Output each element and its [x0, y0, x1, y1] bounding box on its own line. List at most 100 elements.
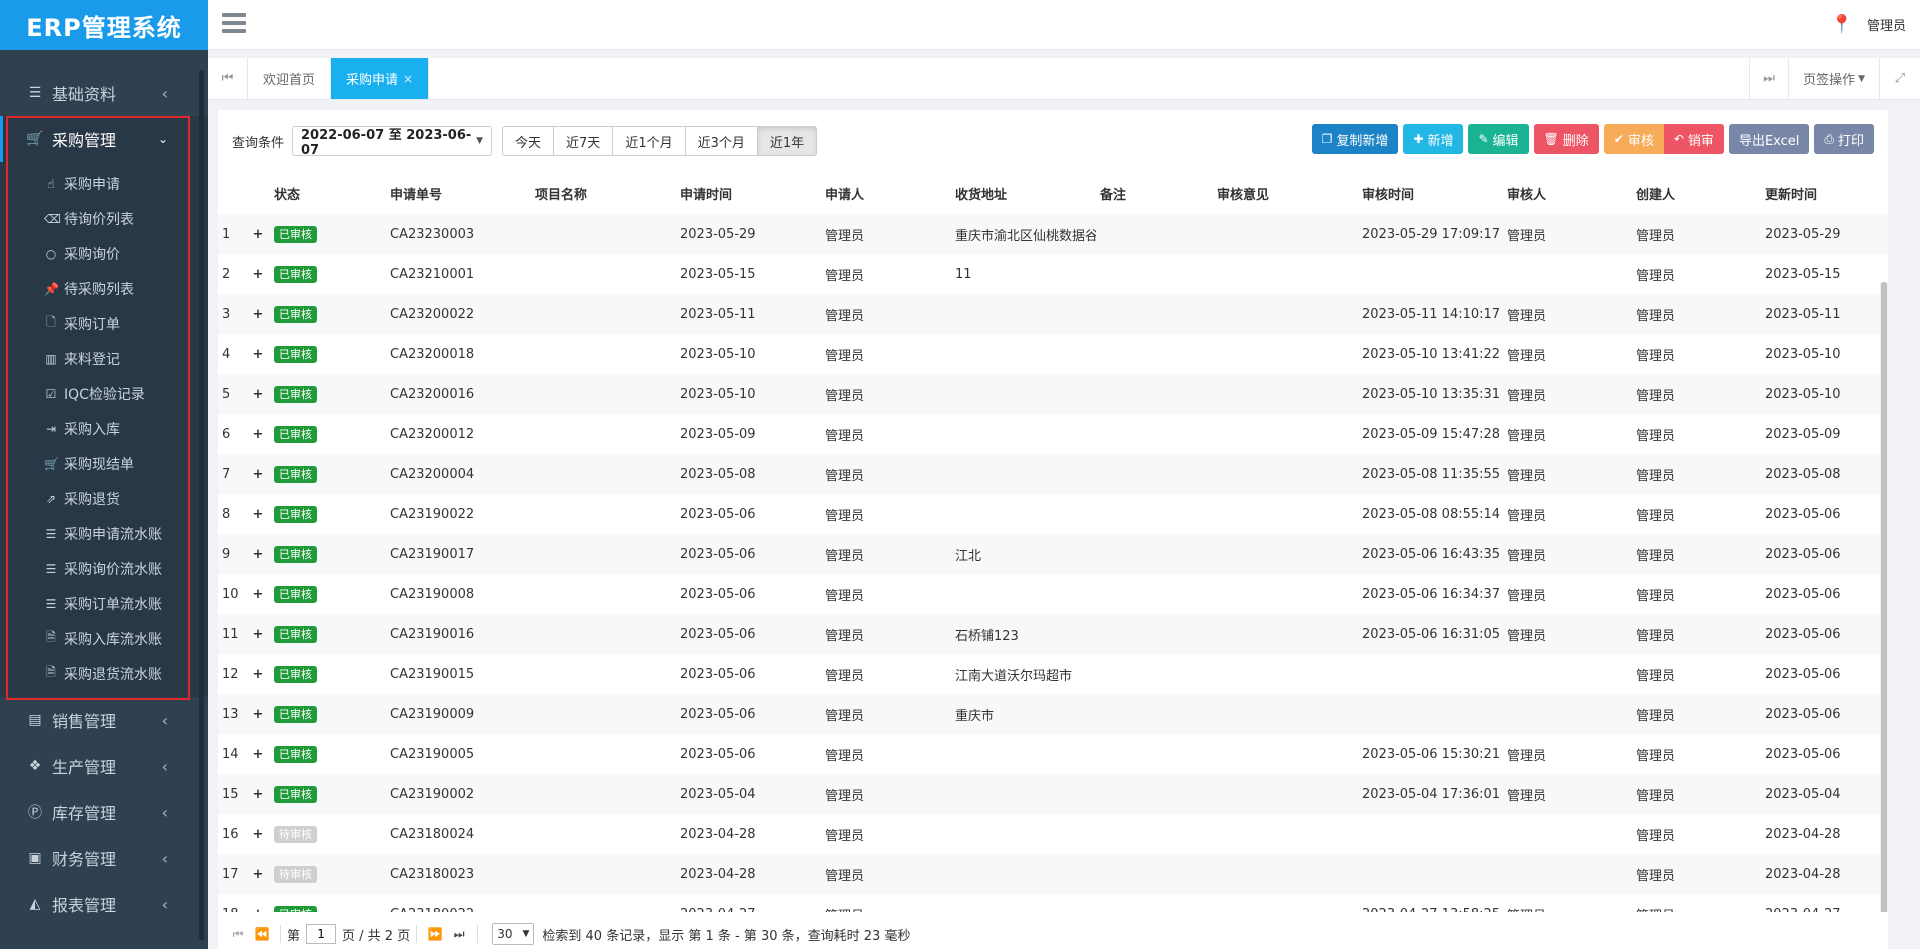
sidebar-item-reports[interactable]: ◭ 报表管理 ‹ [0, 881, 208, 927]
table-row[interactable]: 16 + 待审核 CA23180024 2023-04-28 管理员 管理员 2023-04-… [218, 814, 1888, 854]
sidebar-subitem[interactable]: 🗎 采购退货流水账 [0, 656, 208, 691]
delete-button[interactable]: 🗑 删除 [1533, 124, 1599, 154]
table-row[interactable]: 18+已审核CA231800222023-04-27管理员2023-04-27 … [218, 894, 1888, 912]
expand-row-icon[interactable]: + [246, 654, 270, 694]
tab-purchase-request[interactable]: 采购申请 × [331, 58, 430, 99]
table-row[interactable]: 11 + 已审核 CA23190016 2023-05-06 管理员 石桥铺123 2023-… [218, 614, 1888, 654]
edit-button[interactable]: ✎ 编辑 [1468, 124, 1529, 154]
sidebar-subitem[interactable]: ○ 采购询价 [0, 236, 208, 271]
sidebar-subitem[interactable]: 📌 待采购列表 [0, 271, 208, 306]
tab-welcome[interactable]: 欢迎首页 [248, 58, 332, 99]
expand-row-icon[interactable]: + [246, 494, 270, 534]
quick-range-1m[interactable]: 近1个月 [612, 126, 686, 156]
tabs-scroll-right-icon[interactable]: ⏭ [1749, 58, 1790, 99]
expand-row-icon[interactable]: + [246, 214, 270, 254]
sidebar-subitem[interactable]: ☰ 采购询价流水账 [0, 551, 208, 586]
sidebar-subitem[interactable]: 🗎 采购入库流水账 [0, 621, 208, 656]
expand-row-icon[interactable]: + [246, 614, 270, 654]
column-header[interactable]: 收货地址 [951, 172, 1096, 214]
page-size-select[interactable]: 30 ▼ [492, 923, 535, 945]
print-button[interactable]: ⎙ 打印 [1814, 124, 1874, 154]
column-header[interactable]: 申请人 [821, 172, 951, 214]
expand-row-icon[interactable]: + [246, 694, 270, 734]
table-row[interactable]: 3 + 已审核 CA23200022 2023-05-11 管理员 2023-05-11 1… [218, 294, 1888, 334]
column-header[interactable]: 创建人 [1632, 172, 1761, 214]
sidebar-scrollbar[interactable] [199, 70, 204, 940]
column-header[interactable]: 审核意见 [1213, 172, 1358, 214]
table-row[interactable]: 12 + 已审核 CA23190015 2023-05-06 管理员 江南大道沃尔玛超市 管理… [218, 654, 1888, 694]
expand-row-icon[interactable]: + [246, 574, 270, 614]
expand-row-icon[interactable]: + [246, 334, 270, 374]
sidebar-item-production[interactable]: ❖ 生产管理 ‹ [0, 743, 208, 789]
sidebar-item-finance[interactable]: ▣ 财务管理 ‹ [0, 835, 208, 881]
expand-row-icon[interactable]: + [246, 894, 270, 912]
quick-range-today[interactable]: 今天 [502, 126, 555, 156]
column-header[interactable]: 审核人 [1503, 172, 1632, 214]
tab-operations-dropdown[interactable]: 页签操作 ▼ [1789, 58, 1880, 99]
table-row[interactable]: 9 + 已审核 CA23190017 2023-05-06 管理员 江北 2023-05-06… [218, 534, 1888, 574]
tabs-scroll-left-icon[interactable]: ⏮ [208, 58, 248, 99]
expand-row-icon[interactable]: + [246, 854, 270, 894]
expand-row-icon[interactable]: + [246, 254, 270, 294]
sidebar-subitem[interactable]: ☰ 采购订单流水账 [0, 586, 208, 621]
column-header[interactable]: 申请单号 [386, 172, 531, 214]
table-row[interactable]: 10 + 已审核 CA23190008 2023-05-06 管理员 2023-05-06 … [218, 574, 1888, 614]
table-row[interactable]: 1 + 已审核 CA23230003 2023-05-29 管理员 重庆市渝北区仙桃数据谷 2… [218, 214, 1888, 254]
table-row[interactable]: 14 + 已审核 CA23190005 2023-05-06 管理员 2023-05-06 … [218, 734, 1888, 774]
table-row[interactable]: 4 + 已审核 CA23200018 2023-05-10 管理员 2023-05-10 1… [218, 334, 1888, 374]
add-button[interactable]: ✚ 新增 [1403, 124, 1464, 154]
column-header[interactable] [218, 172, 246, 214]
table-row[interactable]: 13 + 已审核 CA23190009 2023-05-06 管理员 重庆市 管理员 2023-… [218, 694, 1888, 734]
expand-row-icon[interactable]: + [246, 534, 270, 574]
expand-row-icon[interactable]: + [246, 814, 270, 854]
prev-page-icon[interactable]: ⏪ [250, 927, 274, 941]
column-header[interactable]: 申请时间 [676, 172, 821, 214]
table-row[interactable]: 8 + 已审核 CA23190022 2023-05-06 管理员 2023-05-08 0… [218, 494, 1888, 534]
column-header[interactable]: 状态 [270, 172, 386, 214]
table-row[interactable]: 6 + 已审核 CA23200012 2023-05-09 管理员 2023-05-09 1… [218, 414, 1888, 454]
sidebar-item-purchase[interactable]: 🛒 采购管理 ⌄ [0, 116, 208, 162]
close-icon[interactable]: × [403, 72, 413, 86]
sidebar-subitem[interactable]: ⌫ 待询价列表 [0, 201, 208, 236]
quick-range-7d[interactable]: 近7天 [553, 126, 614, 156]
table-row[interactable]: 15 + 已审核 CA23190002 2023-05-04 管理员 2023-05-04 … [218, 774, 1888, 814]
table-row[interactable]: 7 + 已审核 CA23200004 2023-05-08 管理员 2023-05-08 1… [218, 454, 1888, 494]
scrollbar-thumb[interactable] [1881, 282, 1887, 912]
sidebar-subitem[interactable]: ☰ 采购申请流水账 [0, 516, 208, 551]
sidebar-item-sales[interactable]: ▤ 销售管理 ‹ [0, 697, 208, 743]
column-header[interactable]: 备注 [1096, 172, 1213, 214]
expand-row-icon[interactable]: + [246, 454, 270, 494]
table-scrollbar[interactable] [1880, 282, 1888, 912]
quick-range-3m[interactable]: 近3个月 [684, 126, 758, 156]
expand-row-icon[interactable]: + [246, 414, 270, 454]
column-header[interactable]: 审核时间 [1358, 172, 1503, 214]
sidebar-subitem[interactable]: 🛒 采购现结单 [0, 446, 208, 481]
approve-button[interactable]: ✔ 审核 [1603, 124, 1664, 154]
column-header[interactable]: 更新时间 [1761, 172, 1888, 214]
table-row[interactable]: 5 + 已审核 CA23200016 2023-05-10 管理员 2023-05-10 1… [218, 374, 1888, 414]
sidebar-subitem[interactable]: ⇗ 采购退货 [0, 481, 208, 516]
column-header[interactable]: 项目名称 [531, 172, 676, 214]
sidebar-subitem[interactable]: ☑ IQC检验记录 [0, 376, 208, 411]
sidebar-subitem[interactable]: ⇥ 采购入库 [0, 411, 208, 446]
sidebar-item-inventory[interactable]: Ⓟ 库存管理 ‹ [0, 789, 208, 835]
first-page-icon[interactable]: ⏮ [226, 927, 250, 942]
user-menu[interactable]: 📍 管理员 [1831, 14, 1906, 35]
next-page-icon[interactable]: ⏩ [423, 927, 447, 941]
menu-toggle-icon[interactable] [222, 13, 246, 35]
page-number-input[interactable] [306, 924, 337, 944]
column-header[interactable] [246, 172, 270, 214]
unapprove-button[interactable]: ↶ 销审 [1663, 124, 1724, 154]
expand-row-icon[interactable]: + [246, 734, 270, 774]
quick-range-1y[interactable]: 近1年 [756, 126, 818, 156]
date-range-picker[interactable]: 2022-06-07 至 2023-06-07 ▼ [292, 126, 493, 158]
export-excel-button[interactable]: 导出Excel [1728, 124, 1810, 154]
sidebar-subitem[interactable]: 🗋 采购订单 [0, 306, 208, 341]
sidebar-subitem[interactable]: ☝ 采购申请 [0, 166, 208, 201]
expand-row-icon[interactable]: + [246, 294, 270, 334]
sidebar-item-basic-data[interactable]: ☰ 基础资料 ‹ [0, 70, 208, 116]
copy-new-button[interactable]: ❐ 复制新增 [1311, 124, 1399, 154]
sidebar-subitem[interactable]: ▥ 来料登记 [0, 341, 208, 376]
table-row[interactable]: 2 + 已审核 CA23210001 2023-05-15 管理员 11 管理员 2023-05… [218, 254, 1888, 294]
expand-row-icon[interactable]: + [246, 774, 270, 814]
